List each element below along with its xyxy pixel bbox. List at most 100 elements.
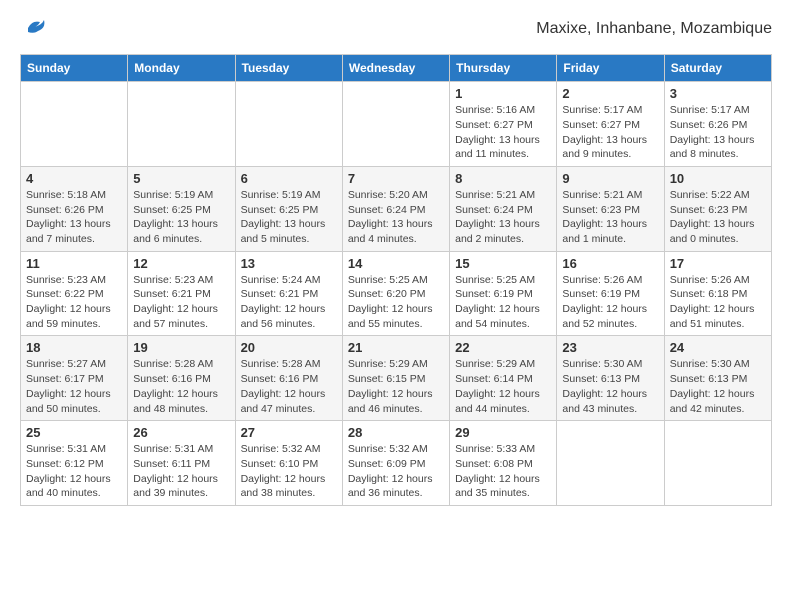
- calendar-week-row: 25 Sunrise: 5:31 AMSunset: 6:12 PMDayligh…: [21, 421, 772, 506]
- calendar-day-cell: 26Sunrise: 5:31 AMSunset: 6:11 PMDayligh…: [128, 421, 235, 506]
- calendar-day-cell: 13 Sunrise: 5:24 AMSunset: 6:21 PMDayligh…: [235, 251, 342, 336]
- weekday-header-monday: Monday: [128, 55, 235, 82]
- day-info: Sunrise: 5:23 AMSunset: 6:21 PMDaylight:…: [133, 273, 229, 332]
- calendar-day-cell: 18 Sunrise: 5:27 AMSunset: 6:17 PMDayligh…: [21, 336, 128, 421]
- day-info: Sunrise: 5:24 AMSunset: 6:21 PMDaylight:…: [241, 273, 337, 332]
- calendar-day-cell: 16Sunrise: 5:26 AMSunset: 6:19 PMDayligh…: [557, 251, 664, 336]
- calendar-day-cell: [664, 421, 771, 506]
- day-info: Sunrise: 5:29 AMSunset: 6:15 PMDaylight:…: [348, 357, 444, 416]
- day-number: 7: [348, 171, 444, 186]
- calendar-week-row: 1 Sunrise: 5:16 AMSunset: 6:27 PMDaylight…: [21, 82, 772, 167]
- day-number: 17: [670, 256, 766, 271]
- calendar-day-cell: 17 Sunrise: 5:26 AMSunset: 6:18 PMDayligh…: [664, 251, 771, 336]
- day-number: 12: [133, 256, 229, 271]
- calendar-day-cell: 19 Sunrise: 5:28 AMSunset: 6:16 PMDayligh…: [128, 336, 235, 421]
- logo-bird-icon: [24, 18, 46, 36]
- day-info: Sunrise: 5:25 AMSunset: 6:20 PMDaylight:…: [348, 273, 444, 332]
- day-number: 27: [241, 425, 337, 440]
- day-number: 25: [26, 425, 122, 440]
- day-number: 6: [241, 171, 337, 186]
- calendar-day-cell: 21Sunrise: 5:29 AMSunset: 6:15 PMDayligh…: [342, 336, 449, 421]
- day-number: 2: [562, 86, 658, 101]
- day-info: Sunrise: 5:30 AMSunset: 6:13 PMDaylight:…: [562, 357, 658, 416]
- day-number: 10: [670, 171, 766, 186]
- day-number: 18: [26, 340, 122, 355]
- page-header: Maxixe, Inhanbane, Mozambique: [20, 20, 772, 44]
- day-info: Sunrise: 5:21 AMSunset: 6:24 PMDaylight:…: [455, 188, 551, 247]
- calendar-day-cell: 25 Sunrise: 5:31 AMSunset: 6:12 PMDayligh…: [21, 421, 128, 506]
- day-info: Sunrise: 5:22 AMSunset: 6:23 PMDaylight:…: [670, 188, 766, 247]
- calendar-day-cell: 12 Sunrise: 5:23 AMSunset: 6:21 PMDayligh…: [128, 251, 235, 336]
- calendar-header-row: SundayMondayTuesdayWednesdayThursdayFrid…: [21, 55, 772, 82]
- day-info: Sunrise: 5:27 AMSunset: 6:17 PMDaylight:…: [26, 357, 122, 416]
- day-info: Sunrise: 5:21 AMSunset: 6:23 PMDaylight:…: [562, 188, 658, 247]
- calendar-day-cell: [235, 82, 342, 167]
- day-number: 23: [562, 340, 658, 355]
- day-info: Sunrise: 5:23 AMSunset: 6:22 PMDaylight:…: [26, 273, 122, 332]
- calendar-day-cell: 14 Sunrise: 5:25 AMSunset: 6:20 PMDayligh…: [342, 251, 449, 336]
- calendar-table: SundayMondayTuesdayWednesdayThursdayFrid…: [20, 54, 772, 506]
- calendar-day-cell: [128, 82, 235, 167]
- day-number: 29: [455, 425, 551, 440]
- day-number: 19: [133, 340, 229, 355]
- day-number: 13: [241, 256, 337, 271]
- day-info: Sunrise: 5:32 AMSunset: 6:10 PMDaylight:…: [241, 442, 337, 501]
- title-block: Maxixe, Inhanbane, Mozambique: [536, 20, 772, 38]
- day-info: Sunrise: 5:26 AMSunset: 6:18 PMDaylight:…: [670, 273, 766, 332]
- calendar-week-row: 18 Sunrise: 5:27 AMSunset: 6:17 PMDayligh…: [21, 336, 772, 421]
- day-number: 15: [455, 256, 551, 271]
- calendar-day-cell: 4 Sunrise: 5:18 AMSunset: 6:26 PMDaylight…: [21, 166, 128, 251]
- calendar-day-cell: 11 Sunrise: 5:23 AMSunset: 6:22 PMDayligh…: [21, 251, 128, 336]
- weekday-header-thursday: Thursday: [450, 55, 557, 82]
- calendar-day-cell: 6 Sunrise: 5:19 AMSunset: 6:25 PMDaylight…: [235, 166, 342, 251]
- day-number: 4: [26, 171, 122, 186]
- day-info: Sunrise: 5:18 AMSunset: 6:26 PMDaylight:…: [26, 188, 122, 247]
- day-info: Sunrise: 5:17 AMSunset: 6:27 PMDaylight:…: [562, 103, 658, 162]
- day-info: Sunrise: 5:28 AMSunset: 6:16 PMDaylight:…: [133, 357, 229, 416]
- calendar-day-cell: 24 Sunrise: 5:30 AMSunset: 6:13 PMDayligh…: [664, 336, 771, 421]
- calendar-day-cell: 2 Sunrise: 5:17 AMSunset: 6:27 PMDaylight…: [557, 82, 664, 167]
- day-info: Sunrise: 5:31 AMSunset: 6:11 PMDaylight:…: [133, 442, 229, 501]
- day-info: Sunrise: 5:31 AMSunset: 6:12 PMDaylight:…: [26, 442, 122, 501]
- calendar-day-cell: [342, 82, 449, 167]
- weekday-header-tuesday: Tuesday: [235, 55, 342, 82]
- weekday-header-wednesday: Wednesday: [342, 55, 449, 82]
- day-info: Sunrise: 5:30 AMSunset: 6:13 PMDaylight:…: [670, 357, 766, 416]
- weekday-header-sunday: Sunday: [21, 55, 128, 82]
- day-number: 28: [348, 425, 444, 440]
- day-number: 20: [241, 340, 337, 355]
- calendar-day-cell: [557, 421, 664, 506]
- day-number: 11: [26, 256, 122, 271]
- day-info: Sunrise: 5:32 AMSunset: 6:09 PMDaylight:…: [348, 442, 444, 501]
- calendar-day-cell: 9 Sunrise: 5:21 AMSunset: 6:23 PMDaylight…: [557, 166, 664, 251]
- weekday-header-saturday: Saturday: [664, 55, 771, 82]
- day-info: Sunrise: 5:26 AMSunset: 6:19 PMDaylight:…: [562, 273, 658, 332]
- logo: [20, 20, 46, 44]
- calendar-day-cell: 15Sunrise: 5:25 AMSunset: 6:19 PMDayligh…: [450, 251, 557, 336]
- calendar-day-cell: 22Sunrise: 5:29 AMSunset: 6:14 PMDayligh…: [450, 336, 557, 421]
- location: Maxixe, Inhanbane, Mozambique: [536, 20, 772, 38]
- calendar-day-cell: [21, 82, 128, 167]
- calendar-day-cell: 10 Sunrise: 5:22 AMSunset: 6:23 PMDayligh…: [664, 166, 771, 251]
- day-info: Sunrise: 5:20 AMSunset: 6:24 PMDaylight:…: [348, 188, 444, 247]
- day-number: 24: [670, 340, 766, 355]
- calendar-day-cell: 5 Sunrise: 5:19 AMSunset: 6:25 PMDaylight…: [128, 166, 235, 251]
- day-number: 9: [562, 171, 658, 186]
- calendar-day-cell: 27 Sunrise: 5:32 AMSunset: 6:10 PMDayligh…: [235, 421, 342, 506]
- day-info: Sunrise: 5:16 AMSunset: 6:27 PMDaylight:…: [455, 103, 551, 162]
- day-info: Sunrise: 5:28 AMSunset: 6:16 PMDaylight:…: [241, 357, 337, 416]
- day-info: Sunrise: 5:19 AMSunset: 6:25 PMDaylight:…: [241, 188, 337, 247]
- weekday-header-friday: Friday: [557, 55, 664, 82]
- calendar-day-cell: 23 Sunrise: 5:30 AMSunset: 6:13 PMDayligh…: [557, 336, 664, 421]
- calendar-day-cell: 3Sunrise: 5:17 AMSunset: 6:26 PMDaylight…: [664, 82, 771, 167]
- day-number: 1: [455, 86, 551, 101]
- calendar-day-cell: 8 Sunrise: 5:21 AMSunset: 6:24 PMDaylight…: [450, 166, 557, 251]
- calendar-day-cell: 1 Sunrise: 5:16 AMSunset: 6:27 PMDaylight…: [450, 82, 557, 167]
- calendar-week-row: 11 Sunrise: 5:23 AMSunset: 6:22 PMDayligh…: [21, 251, 772, 336]
- day-info: Sunrise: 5:19 AMSunset: 6:25 PMDaylight:…: [133, 188, 229, 247]
- day-number: 8: [455, 171, 551, 186]
- day-number: 14: [348, 256, 444, 271]
- day-info: Sunrise: 5:33 AMSunset: 6:08 PMDaylight:…: [455, 442, 551, 501]
- day-number: 5: [133, 171, 229, 186]
- day-info: Sunrise: 5:17 AMSunset: 6:26 PMDaylight:…: [670, 103, 766, 162]
